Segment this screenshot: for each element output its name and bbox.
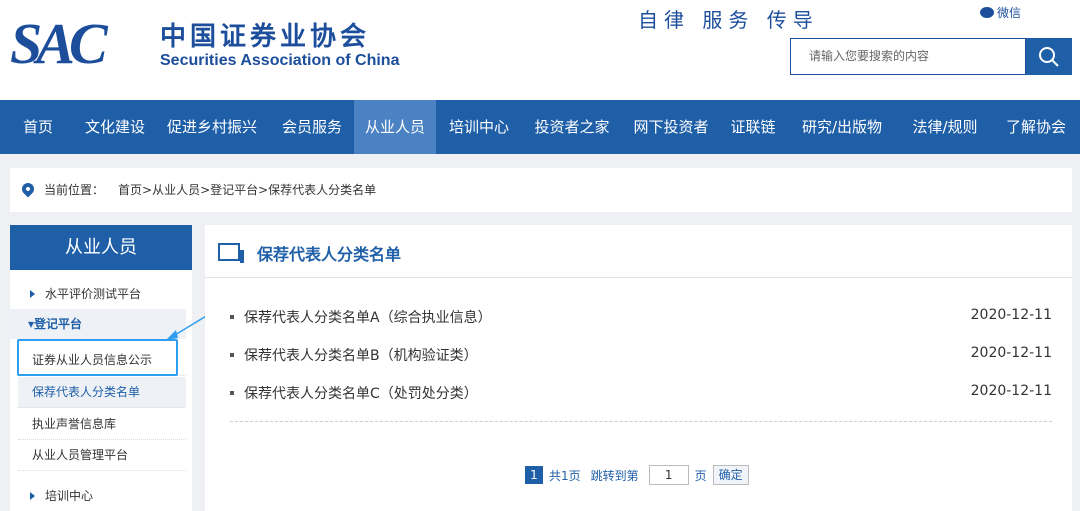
logo-mark: SAC	[10, 11, 108, 76]
nav-item-about[interactable]: 了解协会	[992, 100, 1080, 154]
nav-item-rural[interactable]: 促进乡村振兴	[154, 100, 270, 154]
nav-item-member-service[interactable]: 会员服务	[270, 100, 354, 154]
page-suffix: 页	[694, 468, 707, 483]
search-button[interactable]	[1026, 38, 1072, 75]
nav-item-practitioners[interactable]: 从业人员	[354, 100, 436, 154]
breadcrumb: 当前位置： 首页>从业人员>登记平台>保荐代表人分类名单	[10, 168, 1072, 212]
page-current[interactable]: 1	[525, 466, 543, 484]
nav-item-offline-investors[interactable]: 网下投资者	[622, 100, 720, 154]
list-divider	[230, 421, 1052, 422]
bullet-icon	[230, 315, 234, 319]
list-item-title[interactable]: 保荐代表人分类名单C（处罚处分类）	[244, 386, 478, 402]
sidebar-item-management-platform[interactable]: 从业人员管理平台	[18, 440, 186, 471]
sac-logo[interactable]: SAC 中国证券业协会 Securities Association of Ch…	[10, 14, 430, 74]
bullet-icon	[230, 391, 234, 395]
sidebar-item-training[interactable]: 培训中心	[30, 487, 93, 504]
logo-chinese-name: 中国证券业协会	[160, 22, 371, 52]
highlight-box	[17, 339, 178, 376]
sidebar-item-label: 水平评价测试平台	[45, 287, 142, 301]
main-content: 保荐代表人分类名单 保荐代表人分类名单A（综合执业信息） 2020-12-11 …	[205, 225, 1072, 511]
sidebar-item-level-test[interactable]: 水平评价测试平台	[30, 285, 141, 302]
pagination: 1 共1页 跳转到第 1 页 确定	[525, 465, 749, 485]
nav-item-investor-home[interactable]: 投资者之家	[522, 100, 622, 154]
nav-item-training[interactable]: 培训中心	[436, 100, 522, 154]
sidebar-item-sponsor-list[interactable]: 保荐代表人分类名单	[18, 377, 186, 408]
wechat-link[interactable]: 微信	[980, 4, 1021, 21]
list-item-date: 2020-12-11	[970, 345, 1052, 361]
caret-right-icon	[30, 492, 35, 500]
sidebar-item-reputation-db[interactable]: 执业声誉信息库	[18, 409, 186, 440]
content-header: 保荐代表人分类名单	[205, 225, 1072, 278]
list-item-date: 2020-12-11	[970, 307, 1052, 323]
nav-item-law[interactable]: 法律/规则	[898, 100, 992, 154]
nav-item-home[interactable]: 首页	[0, 100, 76, 154]
list-item-title[interactable]: 保荐代表人分类名单B（机构验证类）	[244, 348, 478, 364]
breadcrumb-label: 当前位置：	[44, 183, 105, 197]
sidebar-item-label: 培训中心	[45, 489, 94, 503]
page-jump-label: 跳转到第	[590, 468, 639, 483]
list-item[interactable]: 保荐代表人分类名单B（机构验证类） 2020-12-11	[230, 345, 1052, 365]
wechat-icon	[980, 7, 994, 18]
location-pin-icon	[19, 180, 37, 198]
list-item[interactable]: 保荐代表人分类名单C（处罚处分类） 2020-12-11	[230, 383, 1052, 403]
list-item[interactable]: 保荐代表人分类名单A（综合执业信息） 2020-12-11	[230, 307, 1052, 327]
page-jump-input[interactable]: 1	[648, 465, 689, 485]
list-item-date: 2020-12-11	[970, 383, 1052, 399]
bullet-icon	[230, 353, 234, 357]
site-header: SAC 中国证券业协会 Securities Association of Ch…	[0, 0, 1080, 100]
search-icon	[1039, 46, 1059, 67]
page-title: 保荐代表人分类名单	[257, 245, 402, 264]
main-nav: 首页 文化建设 促进乡村振兴 会员服务 从业人员 培训中心 投资者之家 网下投资…	[0, 100, 1080, 154]
list-item-title[interactable]: 保荐代表人分类名单A（综合执业信息）	[244, 310, 492, 326]
list-frame-icon	[218, 243, 244, 263]
nav-item-chain[interactable]: 证联链	[720, 100, 786, 154]
site-motto: 自律 服务 传导	[638, 8, 819, 32]
page-confirm-button[interactable]: 确定	[712, 465, 749, 485]
search-input[interactable]: 请输入您要搜索的内容	[790, 38, 1026, 75]
breadcrumb-path[interactable]: 首页>从业人员>登记平台>保荐代表人分类名单	[118, 183, 376, 197]
nav-item-culture[interactable]: 文化建设	[76, 100, 154, 154]
caret-right-icon	[30, 290, 35, 298]
wechat-label: 微信	[997, 6, 1022, 20]
page-total: 共1页	[549, 468, 581, 483]
logo-english-name: Securities Association of China	[160, 52, 400, 69]
sidebar-title: 从业人员	[10, 225, 192, 270]
nav-item-research[interactable]: 研究/出版物	[786, 100, 898, 154]
